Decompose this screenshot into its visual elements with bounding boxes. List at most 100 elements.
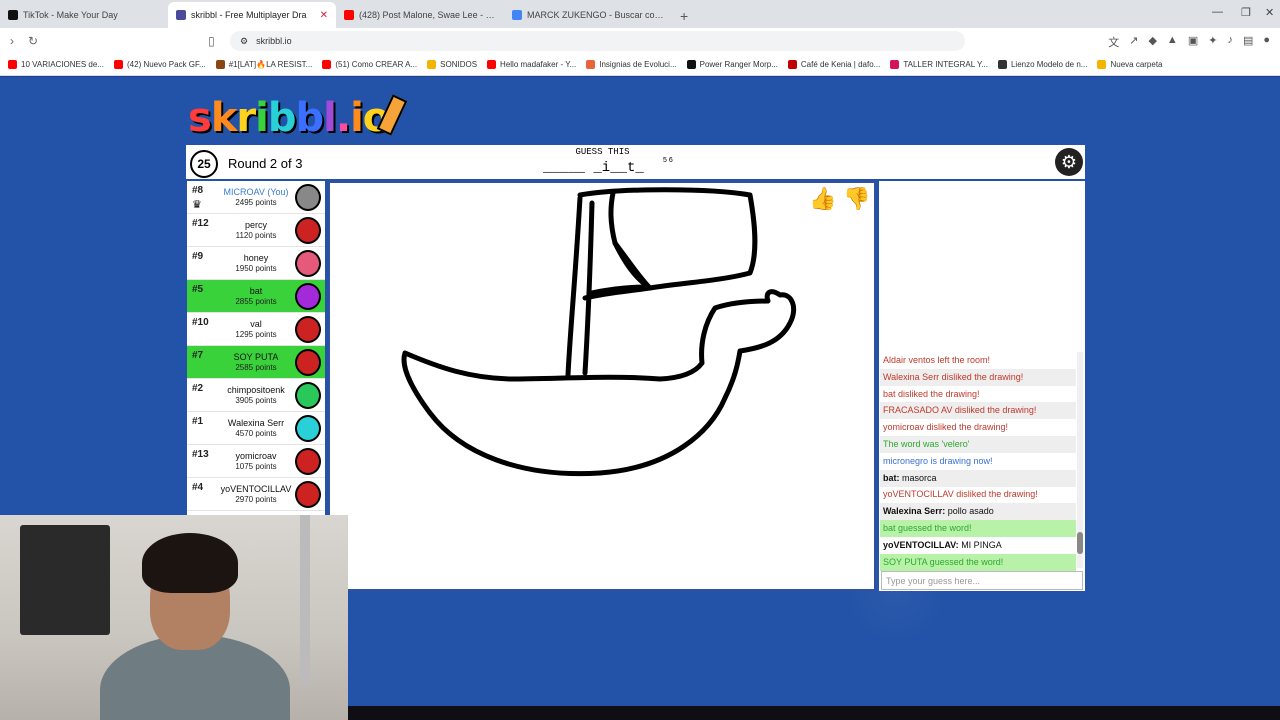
player-row[interactable]: #4 yoVENTOCILLAV 2970 points: [187, 478, 325, 511]
guess-this-label: GUESS THIS: [575, 147, 630, 157]
player-points: 1120 points: [235, 231, 277, 240]
puzzle-icon[interactable]: ✦: [1208, 34, 1217, 50]
player-row[interactable]: #5 bat 2855 points: [187, 280, 325, 313]
guess-input[interactable]: [881, 571, 1083, 590]
bookmark-item[interactable]: Power Ranger Morp...: [686, 60, 778, 69]
browser-tab-bar: TikTok - Make Your Day skribbl - Free Mu…: [0, 0, 1280, 28]
player-rank: #4: [192, 482, 204, 493]
bookmark-item[interactable]: SONIDOS: [427, 60, 477, 69]
bookmark-page-icon[interactable]: ▯: [208, 34, 215, 48]
bookmark-label: #1[LAT]🔥LA RESIST...: [228, 60, 313, 69]
bookmark-item[interactable]: Café de Kenia | dafo...: [787, 60, 880, 69]
bookmark-favicon-icon: [586, 60, 596, 69]
drawing-canvas[interactable]: [328, 181, 876, 591]
chat-message: SOY PUTA guessed the word!: [880, 553, 1076, 571]
maximize-icon[interactable]: ❐: [1241, 6, 1251, 19]
shield-icon[interactable]: ◆: [1148, 34, 1156, 50]
chat-message: Aldair ventos left the room!: [883, 355, 991, 365]
bookmark-favicon-icon: [1097, 60, 1107, 69]
player-row[interactable]: #12 percy 1120 points: [187, 214, 325, 247]
bookmark-item[interactable]: Nueva carpeta: [1097, 60, 1163, 69]
warning-icon[interactable]: ▲: [1167, 34, 1178, 50]
sidebar-icon[interactable]: ▤: [1243, 34, 1253, 50]
bookmark-item[interactable]: (42) Nuevo Pack GF...: [114, 60, 206, 69]
player-row[interactable]: #8 MICROAV (You) 2495 points ♛: [187, 181, 325, 214]
minimize-icon[interactable]: —: [1212, 6, 1223, 18]
site-info-icon[interactable]: ⚙: [240, 36, 248, 47]
chat-body: MI PINGA: [958, 539, 1002, 550]
browser-tab-youtube[interactable]: (428) Post Malone, Swae Lee - Su: [336, 2, 504, 28]
chat-message: Walexina Serr disliked the drawing!: [880, 368, 1076, 386]
reload-icon[interactable]: ↻: [28, 34, 38, 48]
chat-body: masorca: [899, 472, 937, 483]
player-avatar-icon: [295, 250, 321, 277]
player-avatar-icon: [295, 217, 321, 244]
url-field[interactable]: ⚙ skribbl.io: [230, 31, 965, 51]
drawing-stroke-mast: [582, 200, 595, 376]
player-name: Walexina Serr: [227, 418, 285, 428]
player-rank: #1: [192, 416, 204, 427]
skribbl-favicon-icon: [176, 10, 186, 20]
bookmark-item[interactable]: Hello madafaker - Y...: [487, 60, 576, 69]
close-tab-icon[interactable]: ✕: [320, 10, 328, 21]
bookmark-label: TALLER INTEGRAL Y...: [903, 60, 988, 69]
player-rank: #7: [192, 350, 204, 361]
tab-label: MARCK ZUKENGO - Buscar con Goo: [527, 10, 664, 20]
chat-author: Walexina Serr:: [883, 506, 946, 517]
bookmark-favicon-icon: [427, 60, 437, 69]
chat-author: bat:: [883, 472, 900, 483]
webcam-person-hair: [142, 533, 238, 593]
player-points: 2585 points: [235, 363, 277, 372]
browser-tab-tiktok[interactable]: TikTok - Make Your Day: [0, 2, 168, 28]
word-hint: _____ _i__t_: [543, 160, 644, 176]
player-rank: #13: [192, 449, 209, 460]
close-window-icon[interactable]: ✕: [1265, 6, 1274, 19]
browser-tab-google[interactable]: MARCK ZUKENGO - Buscar con Goo: [504, 2, 672, 28]
chat-message: Walexina Serr: pollo asado: [880, 503, 1076, 521]
tiktok-favicon-icon: [8, 10, 18, 20]
bookmark-item[interactable]: #1[LAT]🔥LA RESIST...: [215, 60, 313, 69]
media-icon[interactable]: ♪: [1227, 34, 1233, 50]
drawing-stroke-sail: [577, 187, 758, 291]
google-favicon-icon: [512, 10, 522, 20]
bookmark-item[interactable]: Lienzo Modelo de n...: [997, 60, 1087, 69]
player-row[interactable]: #7 SOY PUTA 2585 points: [187, 346, 325, 379]
settings-gear-icon[interactable]: ⚙: [1055, 148, 1083, 176]
forward-icon[interactable]: ›: [10, 34, 14, 48]
player-row[interactable]: #9 honey 1950 points: [187, 247, 325, 280]
player-avatar-icon: [295, 481, 321, 508]
player-avatar-icon: [295, 448, 321, 475]
bookmark-label: 10 VARIACIONES de...: [21, 60, 104, 69]
bookmark-label: Nueva carpeta: [1110, 60, 1163, 69]
round-indicator: Round 2 of 3: [228, 156, 303, 171]
player-row[interactable]: #2 chimpositoenk 3905 points: [187, 379, 325, 412]
bookmark-item[interactable]: (51) Como CREAR A...: [322, 60, 417, 69]
player-name: yomicroav: [235, 451, 277, 461]
share-icon[interactable]: ↗: [1129, 34, 1138, 50]
player-row[interactable]: #13 yomicroav 1075 points: [187, 445, 325, 478]
bookmark-item[interactable]: TALLER INTEGRAL Y...: [890, 60, 988, 69]
profile-icon[interactable]: ●: [1263, 34, 1270, 50]
timer-clock-icon: 25: [190, 150, 218, 178]
drawing-stroke-hull: [401, 289, 797, 477]
bookmark-item[interactable]: 10 VARIACIONES de...: [8, 60, 104, 69]
tab-label: TikTok - Make Your Day: [23, 10, 118, 20]
player-rank: #10: [192, 317, 209, 328]
browser-tab-skribbl[interactable]: skribbl - Free Multiplayer Dra ✕: [168, 2, 336, 28]
bookmark-favicon-icon: [997, 60, 1007, 69]
player-name: chimpositoenk: [227, 385, 285, 395]
translate-icon[interactable]: 文: [1108, 34, 1119, 50]
drawing-stroke-mast: [565, 195, 583, 378]
thumbs-up-icon[interactable]: 👍: [809, 186, 836, 212]
player-row[interactable]: #1 Walexina Serr 4570 points: [187, 412, 325, 445]
new-tab-button[interactable]: +: [672, 8, 696, 28]
player-name: yoVENTOCILLAV: [220, 484, 292, 494]
bookmark-item[interactable]: Insignias de Evoluci...: [586, 60, 677, 69]
player-row[interactable]: #10 val 1295 points: [187, 313, 325, 346]
player-rank: #5: [192, 284, 204, 295]
player-rank: #12: [192, 218, 209, 229]
player-points: 3905 points: [235, 396, 277, 405]
thumbs-down-icon[interactable]: 👎: [843, 186, 870, 212]
extension-icon[interactable]: ▣: [1188, 34, 1198, 50]
chat-scrollbar-thumb[interactable]: [1077, 532, 1083, 554]
